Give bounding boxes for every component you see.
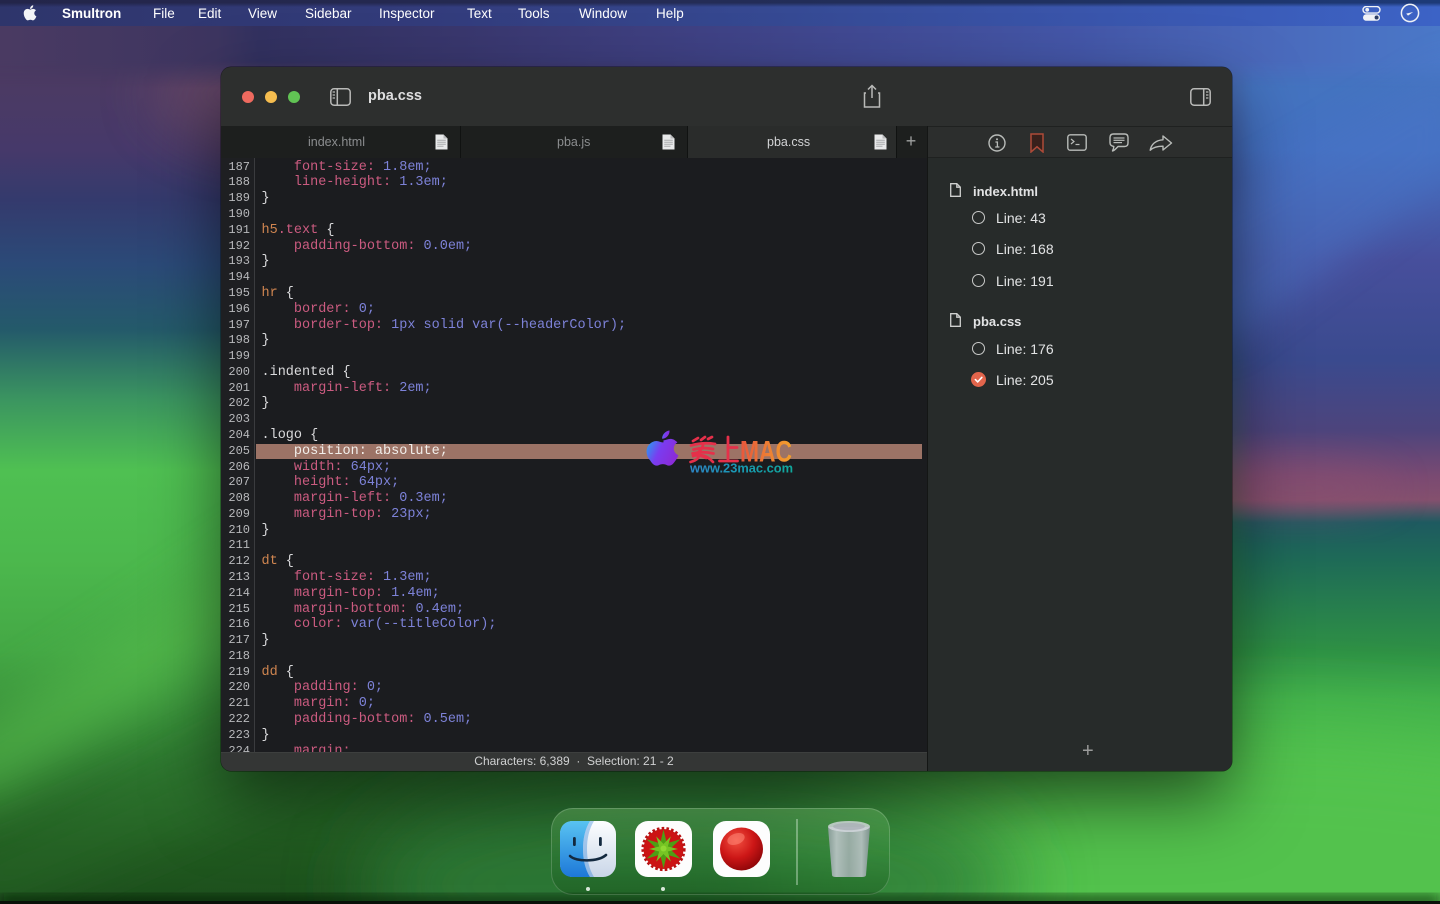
svg-text:www.23mac.com: www.23mac.com — [689, 461, 793, 476]
